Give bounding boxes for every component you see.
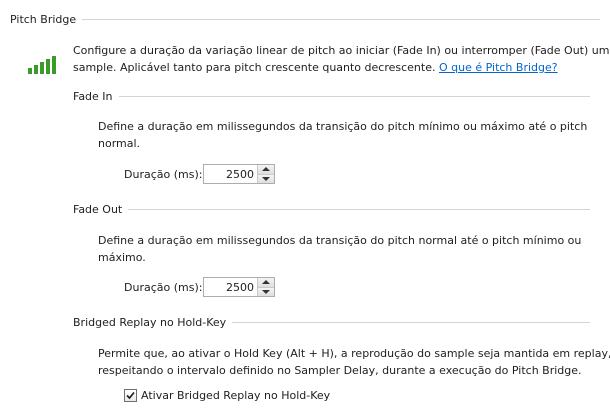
- fade-out-duration-input[interactable]: [204, 278, 257, 296]
- bridged-replay-checkbox[interactable]: [124, 389, 137, 402]
- fade-in-header: Fade In: [73, 90, 590, 103]
- fade-in-divider: [118, 96, 590, 97]
- fade-in-increment-button[interactable]: [258, 165, 274, 174]
- fade-out-header: Fade Out: [73, 203, 590, 216]
- fade-out-duration-stepper[interactable]: [203, 277, 275, 297]
- pitch-bridge-description: Configure a duração da variação linear d…: [73, 42, 609, 76]
- checkmark-icon: [126, 391, 135, 400]
- fade-out-duration-row: Duração (ms):: [124, 277, 275, 297]
- fade-in-description-line1: Define a duração em milissegundos da tra…: [98, 120, 588, 133]
- bridged-replay-checkbox-label[interactable]: Ativar Bridged Replay no Hold-Key: [141, 389, 330, 402]
- fade-in-description: Define a duração em milissegundos da tra…: [98, 118, 587, 152]
- bridged-replay-description: Permite que, ao ativar o Hold Key (Alt +…: [98, 345, 610, 379]
- fade-in-decrement-button[interactable]: [258, 173, 274, 183]
- pitch-bridge-title: Pitch Bridge: [10, 13, 77, 26]
- signal-bars-icon: [28, 56, 56, 74]
- fade-in-duration-label: Duração (ms):: [124, 167, 203, 181]
- chevron-up-icon: [262, 167, 270, 172]
- fade-in-duration-stepper[interactable]: [203, 164, 275, 184]
- fade-in-stepper-buttons: [257, 165, 274, 183]
- bridged-replay-description-line1: Permite que, ao ativar o Hold Key (Alt +…: [98, 347, 610, 360]
- bridged-replay-header: Bridged Replay no Hold-Key: [73, 316, 590, 329]
- fade-out-title: Fade Out: [73, 203, 123, 216]
- bridged-replay-divider: [232, 322, 590, 323]
- fade-out-increment-button[interactable]: [258, 278, 274, 287]
- pitch-bridge-description-line1: Configure a duração da variação linear d…: [73, 44, 610, 57]
- fade-out-duration-label: Duração (ms):: [124, 280, 203, 294]
- bridged-replay-checkbox-row[interactable]: Ativar Bridged Replay no Hold-Key: [124, 389, 330, 402]
- pitch-bridge-description-line2: sample. Aplicável tanto para pitch cresc…: [73, 59, 609, 76]
- pitch-bridge-header: Pitch Bridge: [10, 13, 600, 26]
- fade-out-description-line2: máximo.: [98, 251, 146, 264]
- pitch-bridge-divider: [82, 19, 600, 20]
- fade-out-decrement-button[interactable]: [258, 286, 274, 296]
- what-is-pitch-bridge-link[interactable]: O que é Pitch Bridge?: [439, 61, 558, 74]
- pitch-bridge-description-line2-text: sample. Aplicável tanto para pitch cresc…: [73, 61, 436, 74]
- fade-out-divider: [128, 209, 590, 210]
- fade-out-stepper-buttons: [257, 278, 274, 296]
- chevron-down-icon: [262, 176, 270, 181]
- fade-out-description: Define a duração em milissegundos da tra…: [98, 232, 581, 266]
- chevron-down-icon: [262, 289, 270, 294]
- bridged-replay-description-line2: respeitando o intervalo definido no Samp…: [98, 364, 582, 377]
- fade-in-duration-row: Duração (ms):: [124, 164, 275, 184]
- bridged-replay-title: Bridged Replay no Hold-Key: [73, 316, 227, 329]
- fade-out-description-line1: Define a duração em milissegundos da tra…: [98, 234, 582, 247]
- fade-in-duration-input[interactable]: [204, 165, 257, 183]
- fade-in-description-line2: normal.: [98, 137, 141, 150]
- fade-in-title: Fade In: [73, 90, 113, 103]
- chevron-up-icon: [262, 280, 270, 285]
